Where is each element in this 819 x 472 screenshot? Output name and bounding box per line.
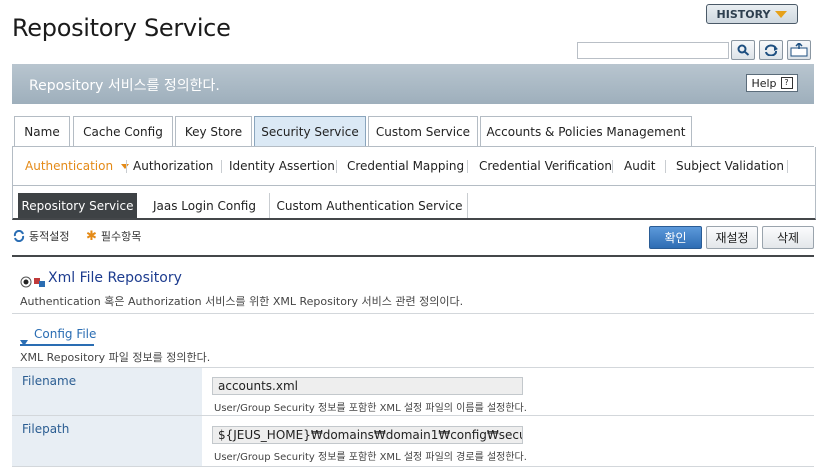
subtab-subject-validation[interactable]: Subject Validation (676, 159, 784, 173)
xml-export-icon (790, 43, 808, 57)
subtab-authorization[interactable]: Authorization (133, 159, 213, 173)
history-label: HISTORY (716, 7, 771, 21)
refresh-button[interactable] (759, 40, 783, 60)
search-button[interactable] (731, 40, 755, 60)
tab-security-service[interactable]: Security Service (254, 116, 366, 147)
separator (467, 160, 468, 173)
divider (12, 466, 814, 467)
legend-dynamic: 동적설정 (13, 228, 69, 244)
separator (787, 160, 788, 173)
banner-text: Repository 서비스를 정의한다. (29, 78, 220, 94)
tab-key-store[interactable]: Key Store (175, 116, 252, 146)
refresh-icon (765, 44, 778, 56)
collapse-triangle-icon[interactable] (20, 331, 28, 350)
tab-cache-config[interactable]: Cache Config (73, 116, 173, 146)
help-icon: ? (780, 77, 793, 89)
section-title: Xml File Repository (48, 270, 182, 286)
history-button[interactable]: HISTORY (706, 4, 798, 24)
delete-button[interactable]: 삭제 (762, 226, 814, 249)
filepath-label: Filepath (12, 416, 202, 466)
page-title: Repository Service (12, 14, 231, 42)
separator (126, 160, 127, 173)
divider (12, 255, 814, 257)
thirdtab-repository-service[interactable]: Repository Service (18, 193, 137, 218)
config-file-description: XML Repository 파일 정보를 정의한다. (20, 351, 211, 364)
filename-label: Filename (12, 368, 202, 415)
filename-hint: User/Group Security 정보를 포함한 XML 설정 파일의 이… (214, 403, 527, 414)
caret-down-icon (120, 164, 129, 169)
divider (12, 313, 814, 314)
subtab-credential-mapping[interactable]: Credential Mapping (347, 159, 464, 173)
subtab-identity-assertion[interactable]: Identity Assertion (229, 159, 335, 173)
search-icon (737, 44, 750, 56)
dynamic-setting-icon (13, 230, 25, 242)
legend-required: ✱ 필수항목 (86, 228, 141, 244)
radio-icon[interactable] (20, 273, 32, 292)
separator (665, 160, 666, 173)
help-label: Help (751, 76, 777, 90)
filepath-hint: User/Group Security 정보를 포함한 XML 설정 파일의 경… (214, 452, 527, 463)
tab-name[interactable]: Name (14, 116, 70, 146)
thirdtab-jaas-login-config[interactable]: Jaas Login Config (140, 193, 270, 218)
subtab-audit[interactable]: Audit (624, 159, 655, 173)
required-asterisk-icon: ✱ (86, 228, 97, 244)
subtab-authentication-label: Authentication (25, 159, 114, 173)
subtab-authentication[interactable]: Authentication (25, 159, 129, 173)
help-button[interactable]: Help ? (746, 74, 798, 92)
filename-field[interactable]: accounts.xml (212, 377, 523, 395)
section-description: Authentication 혹은 Authorization 서비스를 위한 … (20, 295, 464, 308)
thirdtab-custom-authentication-service[interactable]: Custom Authentication Service (272, 193, 468, 218)
reset-button[interactable]: 재설정 (706, 226, 758, 249)
tab-custom-service[interactable]: Custom Service (368, 116, 478, 146)
chevron-down-icon (775, 10, 788, 18)
config-file-underline (20, 344, 94, 346)
separator (612, 160, 613, 173)
filepath-field[interactable]: ${JEUS_HOME}₩domains₩domain1₩config₩secu… (212, 426, 523, 444)
legend-required-label: 필수항목 (100, 230, 142, 243)
separator (221, 160, 222, 173)
separator (336, 160, 337, 173)
confirm-button[interactable]: 확인 (649, 226, 702, 249)
repository-icon (34, 273, 46, 292)
tab-accounts-policies[interactable]: Accounts & Policies Management (480, 116, 692, 146)
search-input[interactable] (577, 42, 729, 59)
legend-dynamic-label: 동적설정 (29, 230, 70, 243)
xml-export-button[interactable] (787, 40, 811, 60)
config-file-title[interactable]: Config File (34, 327, 96, 341)
subtab-credential-verification[interactable]: Credential Verification (479, 159, 612, 173)
